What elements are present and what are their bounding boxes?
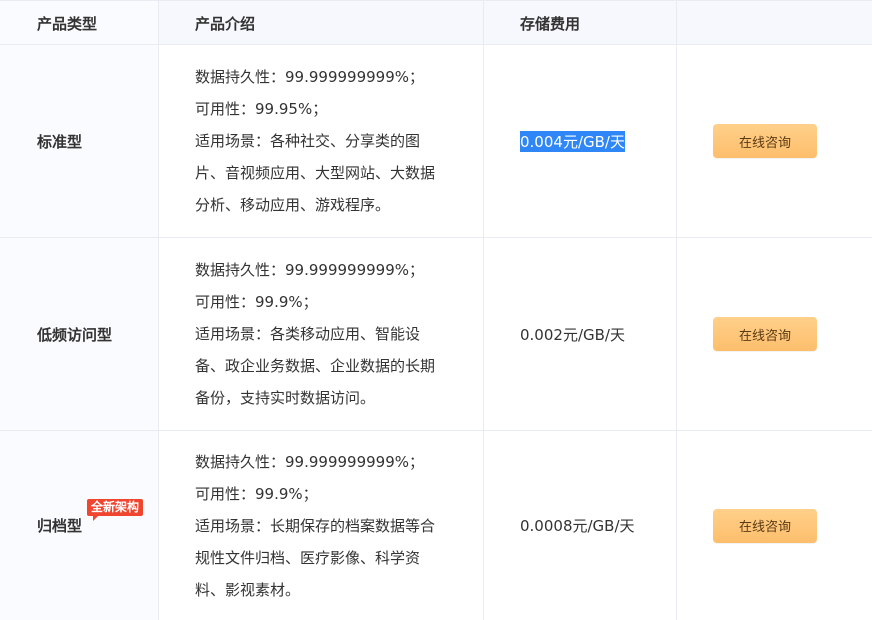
header-cell-price: 存储费用 [484,1,677,44]
product-type-label: 归档型 [37,517,83,535]
consult-online-button[interactable]: 在线咨询 [713,124,817,158]
scenario-text: 适用场景：长期保存的档案数据等合规性文件归档、医疗影像、科学资料、影视素材。 [195,516,436,599]
durability-text: 数据持久性：99.999999999%； [195,261,424,279]
price-cell: 0.002元/GB/天 [484,238,677,430]
action-cell: 在线咨询 [677,431,872,620]
type-cell: 标准型 [0,45,159,237]
price-text: 0.002元/GB/天 [520,325,625,344]
consult-online-button[interactable]: 在线咨询 [713,317,817,351]
table-row: 归档型 全新架构 数据持久性：99.999999999%； 可用性：99.9%；… [0,431,872,620]
table-header: 产品类型 产品介绍 存储费用 [0,1,872,45]
product-type-name: 标准型 [37,132,83,151]
product-type-name: 归档型 全新架构 [37,499,144,536]
price-cell: 0.004元/GB/天 [484,45,677,237]
header-price-label: 存储费用 [520,15,581,33]
scenario-text: 适用场景：各种社交、分享类的图片、音视频应用、大型网站、大数据分析、移动应用、游… [195,132,436,214]
availability-text: 可用性：99.95%； [195,100,328,118]
durability-text: 数据持久性：99.999999999%； [195,68,424,86]
intro-cell: 数据持久性：99.999999999%； 可用性：99.95%； 适用场景：各种… [159,45,484,237]
durability-text: 数据持久性：99.999999999%； [195,452,424,471]
product-type-name: 低频访问型 [37,325,113,344]
product-description: 数据持久性：99.999999999%； 可用性：99.9%； 适用场景：长期保… [195,446,445,606]
consult-online-button[interactable]: 在线咨询 [713,508,817,543]
header-cell-type: 产品类型 [0,1,159,44]
price-text: 0.0008元/GB/天 [520,517,635,535]
type-cell: 低频访问型 [0,238,159,430]
availability-text: 可用性：99.9%； [195,484,318,503]
intro-cell: 数据持久性：99.999999999%； 可用性：99.9%； 适用场景：长期保… [159,431,484,620]
table-row: 标准型 数据持久性：99.999999999%； 可用性：99.95%； 适用场… [0,45,872,238]
price-cell: 0.0008元/GB/天 [484,431,677,620]
scenario-text: 适用场景：各类移动应用、智能设备、政企业务数据、企业数据的长期备份，支持实时数据… [195,325,436,407]
header-type-label: 产品类型 [37,15,98,33]
header-cell-intro: 产品介绍 [159,1,484,44]
new-architecture-badge: 全新架构 [87,499,144,521]
header-cell-action [677,1,872,44]
header-intro-label: 产品介绍 [195,15,256,33]
pricing-table: 产品类型 产品介绍 存储费用 标准型 数据持久性：99.999999999%； … [0,0,872,620]
table-row: 低频访问型 数据持久性：99.999999999%； 可用性：99.9%； 适用… [0,238,872,431]
product-description: 数据持久性：99.999999999%； 可用性：99.9%； 适用场景：各类移… [195,254,445,414]
intro-cell: 数据持久性：99.999999999%； 可用性：99.9%； 适用场景：各类移… [159,238,484,430]
price-text[interactable]: 0.004元/GB/天 [520,130,625,152]
type-cell: 归档型 全新架构 [0,431,159,620]
availability-text: 可用性：99.9%； [195,293,318,311]
product-description: 数据持久性：99.999999999%； 可用性：99.95%； 适用场景：各种… [195,61,445,221]
action-cell: 在线咨询 [677,45,872,237]
action-cell: 在线咨询 [677,238,872,430]
